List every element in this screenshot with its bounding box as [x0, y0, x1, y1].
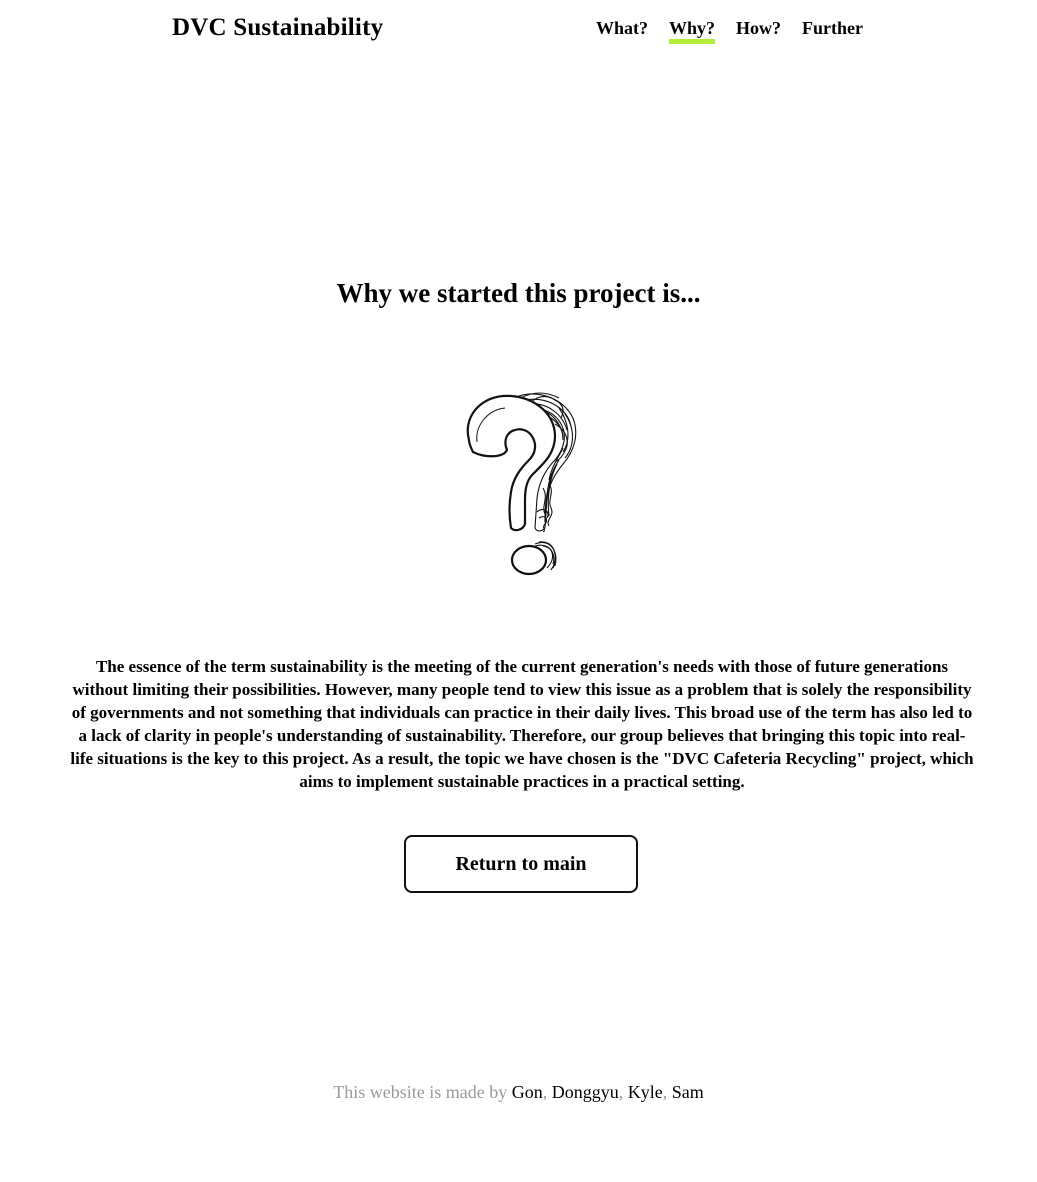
author-link-kyle[interactable]: Kyle: [628, 1082, 663, 1102]
author-link-sam[interactable]: Sam: [672, 1082, 704, 1102]
site-footer: This website is made by Gon, Donggyu, Ky…: [0, 1082, 1037, 1103]
author-separator: ,: [662, 1082, 668, 1102]
author-link-donggyu[interactable]: Donggyu: [552, 1082, 619, 1102]
footer-prefix: This website is made by: [333, 1082, 508, 1102]
nav-link-further[interactable]: Further: [802, 18, 863, 43]
site-brand-link[interactable]: DVC Sustainability: [172, 14, 383, 42]
author-separator: ,: [542, 1082, 548, 1102]
author-separator: ,: [618, 1082, 624, 1102]
project-description: The essence of the term sustainability i…: [70, 657, 974, 791]
nav-link-how[interactable]: How?: [736, 18, 781, 43]
nav-link-what[interactable]: What?: [596, 18, 648, 43]
main-nav: What? Why? How? Further: [596, 18, 884, 44]
author-link-gon[interactable]: Gon: [512, 1082, 543, 1102]
site-header: DVC Sustainability What? Why? How? Furth…: [0, 0, 1037, 60]
page-heading: Why we started this project is...: [336, 278, 701, 308]
question-mark-icon: [459, 388, 583, 580]
return-to-main-button[interactable]: Return to main: [404, 835, 638, 893]
nav-link-why[interactable]: Why?: [669, 18, 716, 44]
